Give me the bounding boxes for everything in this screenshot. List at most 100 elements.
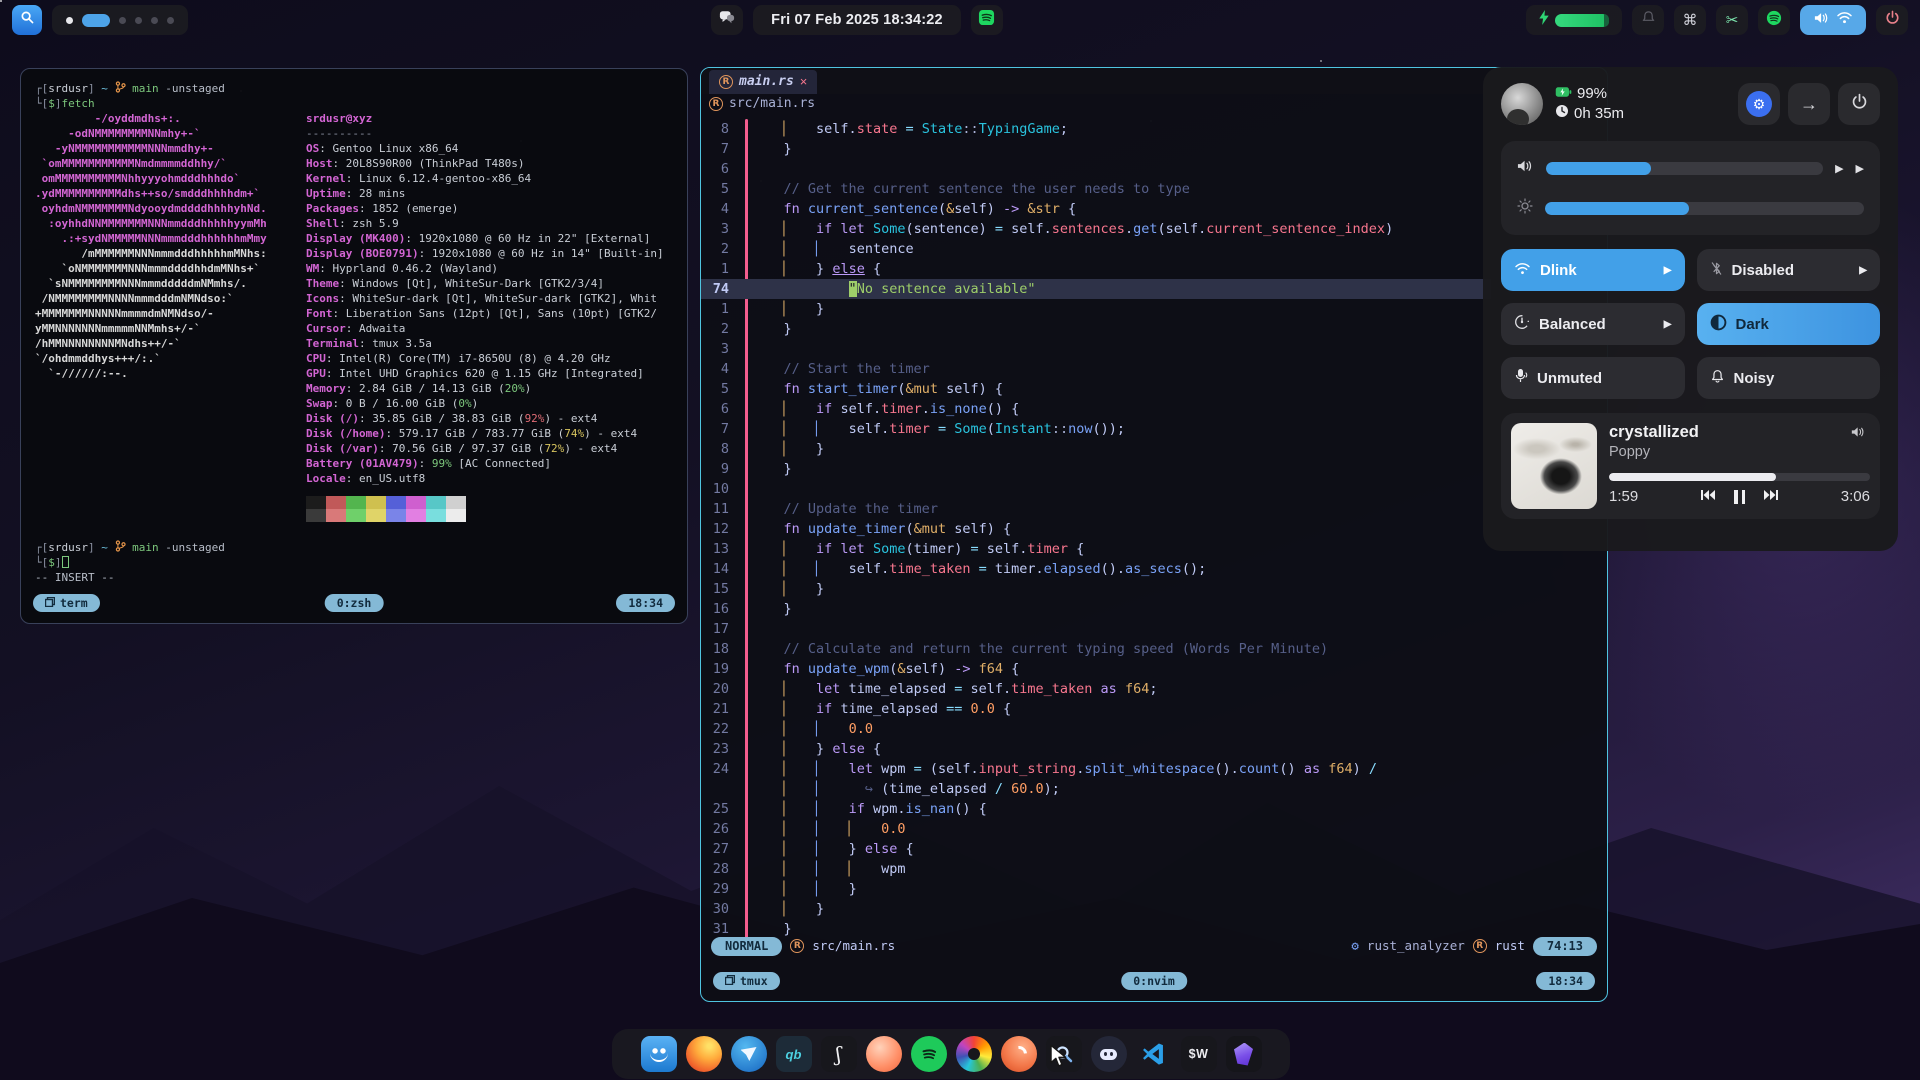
workspace-dot-4[interactable]	[135, 17, 142, 24]
logout-button[interactable]: →	[1788, 83, 1830, 125]
dock-app-qbittorrent[interactable]: qb	[776, 1036, 812, 1072]
code-line[interactable]: 8 ▏ self.state = State::TypingGame;	[701, 119, 1607, 139]
code-line[interactable]: 5 fn start_timer(&mut self) {	[701, 379, 1607, 399]
dock-app-curve-app[interactable]: ʃ	[821, 1036, 857, 1072]
dock-app-spotify[interactable]	[911, 1036, 947, 1072]
code-line[interactable]: 30 ▏ }	[701, 899, 1607, 919]
avatar[interactable]	[1501, 83, 1543, 125]
player-output-icon[interactable]	[1851, 425, 1866, 443]
terminal-window-nvim[interactable]: R main.rs × R src/main.rs 8 ▏ self.state…	[700, 67, 1608, 1002]
code-line[interactable]: 7 ▏ ▏ self.timer = Some(Instant::now());	[701, 419, 1607, 439]
dock-app-vscode[interactable]	[1136, 1036, 1172, 1072]
command-key-button[interactable]: ⌘	[1674, 5, 1706, 35]
toggle-theme[interactable]: Dark	[1697, 303, 1881, 345]
prompt-line-4[interactable]: └[$]	[35, 555, 225, 570]
tmux-window-left[interactable]: 0:zsh	[325, 594, 384, 612]
tab-close-icon[interactable]: ×	[800, 72, 808, 92]
chevron-right-icon[interactable]: ▶	[1664, 319, 1672, 330]
code-line[interactable]: 6	[701, 159, 1607, 179]
settings-button[interactable]: ⚙	[1738, 83, 1780, 125]
terminal-window-fetch[interactable]: ┌[srdusr] ~ main -unstaged └[$]fetch -/o…	[20, 68, 688, 624]
workspace-dot-3[interactable]	[119, 17, 126, 24]
code-line[interactable]: 1 ▏ } else {	[701, 259, 1607, 279]
power-menu-button[interactable]	[1838, 83, 1880, 125]
toggle-power-profile[interactable]: Balanced ▶	[1501, 303, 1685, 345]
chevron-right-icon[interactable]: ▶	[1664, 265, 1672, 276]
workspace-dot-5[interactable]	[151, 17, 158, 24]
code-line[interactable]: 3 ▏ if let Some(sentence) = self.sentenc…	[701, 219, 1607, 239]
code-line[interactable]: 2 ▏ ▏ sentence	[701, 239, 1607, 259]
code-line[interactable]: 7 }	[701, 139, 1607, 159]
dock-app-files[interactable]	[641, 1036, 677, 1072]
workspace-dot-6[interactable]	[167, 17, 174, 24]
toggle-notifications[interactable]: Noisy	[1697, 357, 1881, 399]
code-line[interactable]: 24 ▏ ▏ let wpm = (self.input_string.spli…	[701, 759, 1607, 779]
code-line[interactable]: 28 ▏ ▏ ▏ wpm	[701, 859, 1607, 879]
code-line[interactable]: 17	[701, 619, 1607, 639]
dock-app-peach-app[interactable]	[866, 1036, 902, 1072]
code-line[interactable]: 10	[701, 479, 1607, 499]
sound-network-button[interactable]	[1800, 5, 1866, 35]
code-line[interactable]: 3	[701, 339, 1607, 359]
spotify-notification-button[interactable]	[971, 5, 1003, 35]
code-line[interactable]: ▏ ▏ ↪ (time_elapsed / 60.0);	[701, 779, 1607, 799]
dock-app-zen-browser[interactable]	[1001, 1036, 1037, 1072]
code-line[interactable]: 6 ▏ if self.timer.is_none() {	[701, 399, 1607, 419]
code-line[interactable]: 9 }	[701, 459, 1607, 479]
code-line[interactable]: 22 ▏ ▏ 0.0	[701, 719, 1607, 739]
tmux-session-right[interactable]: tmux	[713, 972, 780, 990]
code-line[interactable]: 20 ▏ let time_elapsed = self.time_taken …	[701, 679, 1607, 699]
code-line[interactable]: 25 ▏ ▏ if wpm.is_nan() {	[701, 799, 1607, 819]
dock-app-obsidian[interactable]	[1226, 1036, 1262, 1072]
dock-app-firefox[interactable]	[686, 1036, 722, 1072]
code-line[interactable]: 21 ▏ if time_elapsed == 0.0 {	[701, 699, 1607, 719]
code-line[interactable]: 26 ▏ ▏ ▏ 0.0	[701, 819, 1607, 839]
code-line[interactable]: 23 ▏ } else {	[701, 739, 1607, 759]
code-line[interactable]: 29 ▏ ▏ }	[701, 879, 1607, 899]
launcher-button[interactable]	[12, 5, 42, 35]
previous-track-button[interactable]	[1700, 488, 1716, 505]
tmux-window-right[interactable]: 0:nvim	[1121, 972, 1187, 990]
workspace-dot-1[interactable]	[66, 17, 73, 24]
code-line[interactable]: 19 fn update_wpm(&self) -> f64 {	[701, 659, 1607, 679]
dock-app-color-wheel[interactable]	[956, 1036, 992, 1072]
code-line[interactable]: 16 }	[701, 599, 1607, 619]
screenshot-button[interactable]: ✂	[1716, 5, 1748, 35]
seek-bar[interactable]	[1609, 473, 1870, 481]
brightness-slider[interactable]	[1545, 202, 1864, 215]
volume-output-chevron[interactable]: ▶	[1835, 162, 1843, 175]
notification-mode-button[interactable]	[1632, 5, 1664, 35]
code-buffer[interactable]: 8 ▏ self.state = State::TypingGame;7 }65…	[701, 114, 1607, 939]
code-line[interactable]: 15 ▏ }	[701, 579, 1607, 599]
toggle-network[interactable]: Dlink ▶	[1501, 249, 1685, 291]
workspace-active[interactable]	[82, 14, 110, 27]
toggle-microphone[interactable]: Unmuted	[1501, 357, 1685, 399]
workspace-indicator[interactable]	[52, 5, 188, 35]
dock-app-sw-app[interactable]: $W	[1181, 1036, 1217, 1072]
dock-app-thunderbird[interactable]	[731, 1036, 767, 1072]
code-line[interactable]: 5 // Get the current sentence the user n…	[701, 179, 1607, 199]
code-line[interactable]: 2 }	[701, 319, 1607, 339]
code-line[interactable]: 13 ▏ if let Some(timer) = self.timer {	[701, 539, 1607, 559]
dock-app-discord[interactable]	[1091, 1036, 1127, 1072]
next-track-button[interactable]	[1763, 488, 1779, 505]
volume-app-chevron[interactable]: ▶	[1856, 162, 1864, 175]
code-line[interactable]: 4 fn current_sentence(&self) -> &str {	[701, 199, 1607, 219]
code-line[interactable]: 18 // Calculate and return the current t…	[701, 639, 1607, 659]
chevron-right-icon[interactable]: ▶	[1859, 265, 1867, 276]
tab-main-rs[interactable]: R main.rs ×	[709, 70, 817, 94]
messages-button[interactable]	[711, 5, 743, 35]
code-line[interactable]: 8 ▏ }	[701, 439, 1607, 459]
code-line[interactable]: 4 // Start the timer	[701, 359, 1607, 379]
code-line[interactable]: 14 ▏ ▏ self.time_taken = timer.elapsed()…	[701, 559, 1607, 579]
pause-button[interactable]	[1734, 490, 1745, 504]
code-line[interactable]: 12 fn update_timer(&mut self) {	[701, 519, 1607, 539]
clock[interactable]: Fri 07 Feb 2025 18:34:22	[753, 5, 961, 35]
album-art[interactable]	[1511, 423, 1597, 509]
battery-indicator[interactable]	[1526, 5, 1622, 35]
toggle-bluetooth[interactable]: Disabled ▶	[1697, 249, 1881, 291]
power-button[interactable]	[1876, 5, 1908, 35]
code-line[interactable]: 1 ▏ }	[701, 299, 1607, 319]
code-line[interactable]: 11 // Update the timer	[701, 499, 1607, 519]
volume-slider[interactable]	[1546, 162, 1823, 175]
